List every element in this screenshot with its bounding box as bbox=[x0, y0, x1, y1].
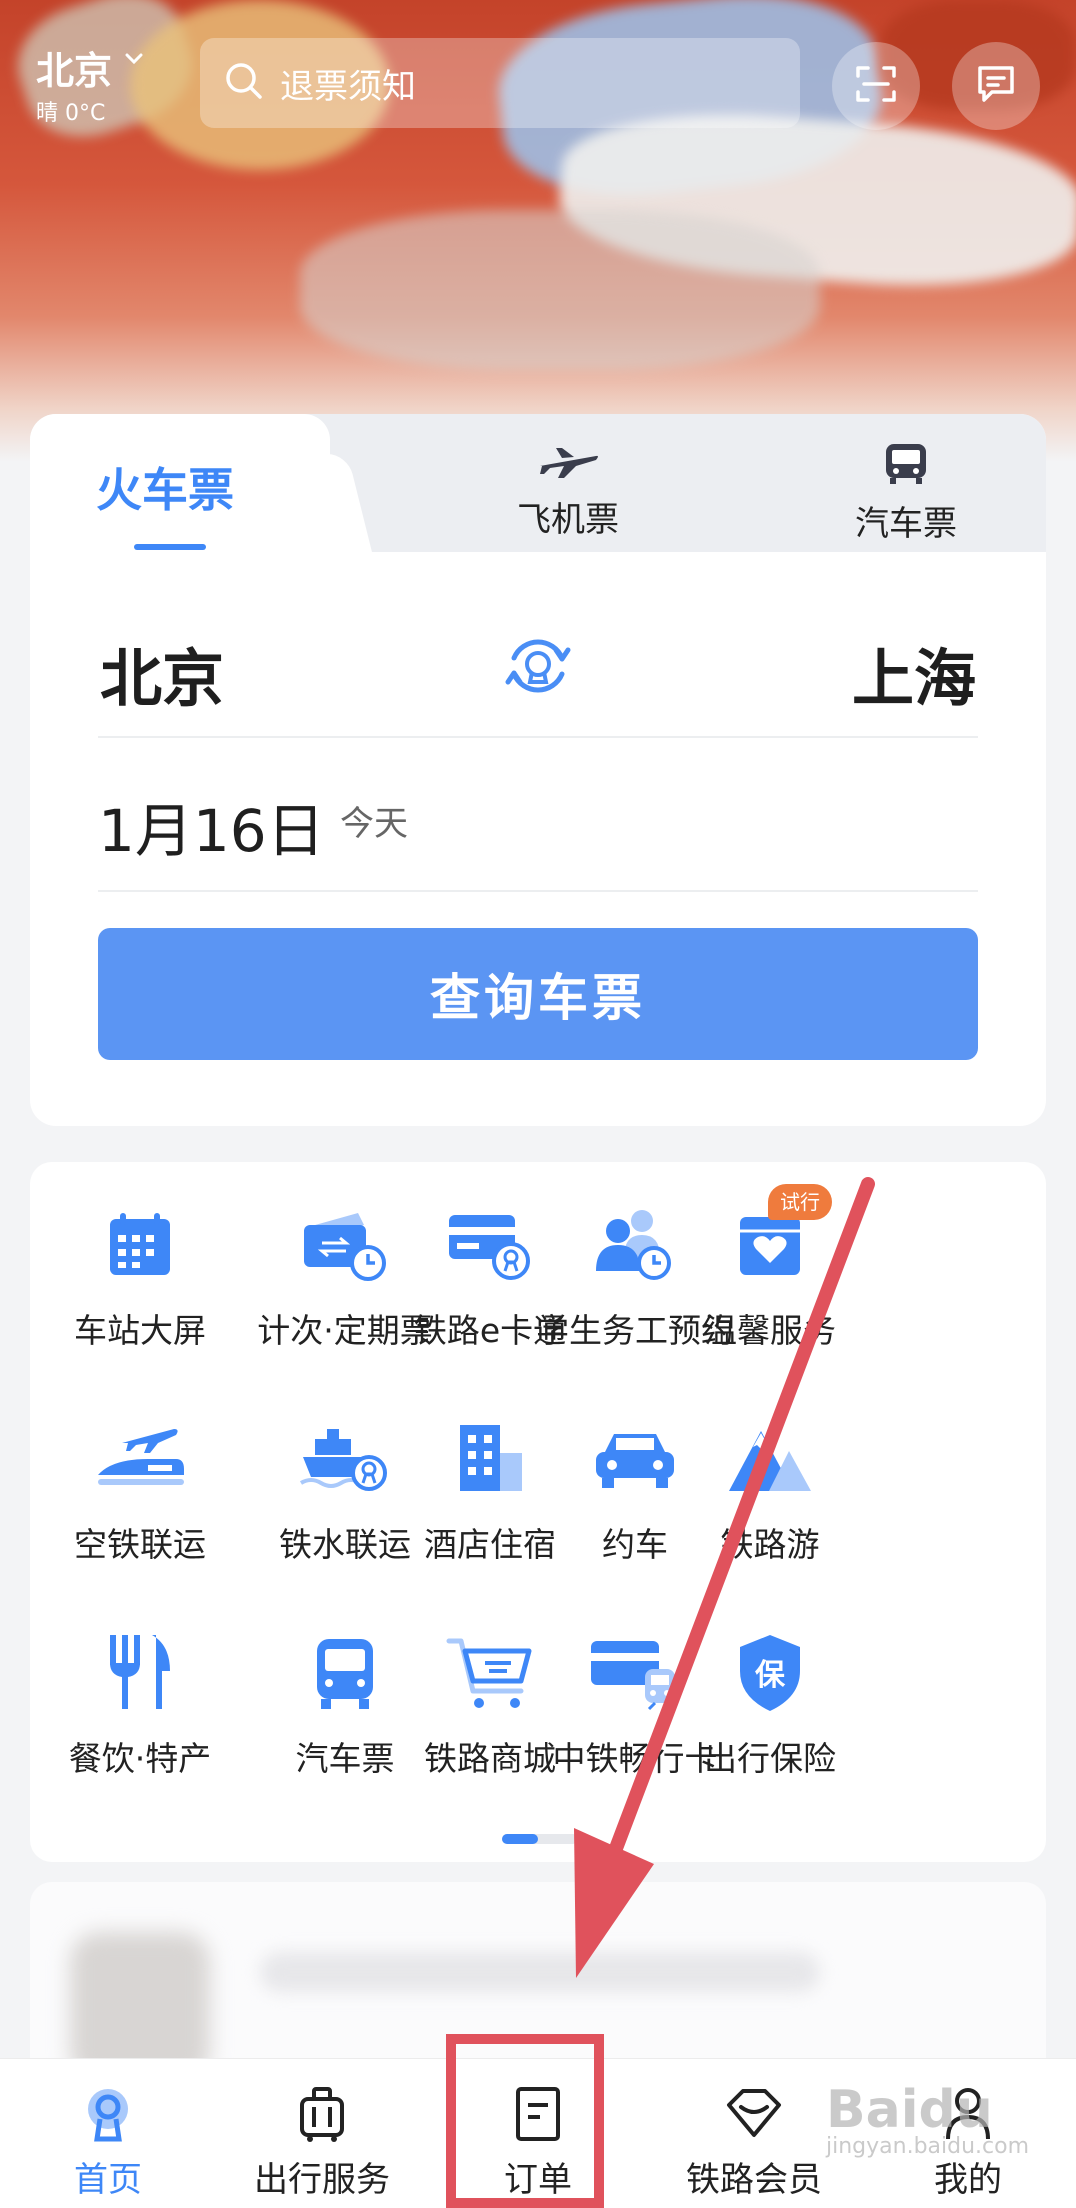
departure-station[interactable]: 北京 bbox=[100, 628, 224, 718]
nav-item[interactable]: 首页 bbox=[8, 2084, 208, 2201]
tab-flight-label: 飞机票 bbox=[517, 500, 619, 540]
diamond-icon bbox=[654, 2084, 854, 2144]
bus-icon bbox=[882, 444, 930, 490]
station-divider bbox=[98, 736, 978, 738]
service-item-label: 出行保险 bbox=[704, 1739, 836, 1778]
tab-flight[interactable]: 飞机票 bbox=[468, 442, 668, 541]
services-grid: 车站大屏 计次·定期票 铁路e卡通 学生务工预约 温馨服务 空铁联运 铁水联运 酒店住宿 约车铁… bbox=[30, 1162, 1046, 1862]
service-item-label: 餐饮·特产 bbox=[68, 1739, 212, 1778]
service-item-label: 温馨服务 bbox=[704, 1311, 836, 1350]
city-selector[interactable]: 北京 晴 0°C bbox=[36, 40, 147, 127]
insurance-shield-icon: 保 bbox=[720, 1628, 820, 1718]
message-icon bbox=[972, 60, 1020, 112]
service-item[interactable]: 车站大屏 bbox=[40, 1200, 240, 1352]
railway-card-icon bbox=[440, 1200, 540, 1290]
ticket-search-card: 火车票 飞机票 汽车票 北京 上海 1月16日 今天 查询车票 bbox=[30, 414, 1046, 1126]
service-item-label: 车站大屏 bbox=[74, 1311, 206, 1350]
watermark-sub: jingyan.baidu.com bbox=[826, 2134, 1030, 2159]
search-bar[interactable]: 退票须知 bbox=[200, 38, 800, 128]
message-button[interactable] bbox=[952, 42, 1040, 130]
annotation-highlight-box bbox=[446, 2034, 604, 2208]
swap-stations-button[interactable] bbox=[500, 628, 576, 704]
tab-train-label: 火车票 bbox=[96, 463, 234, 517]
plane-train-icon bbox=[90, 1414, 190, 1504]
trial-badge: 试行 bbox=[768, 1184, 832, 1220]
service-item-label: 铁路游 bbox=[720, 1525, 820, 1564]
city-name: 北京 bbox=[36, 49, 113, 93]
travel-date[interactable]: 1月16日 bbox=[98, 784, 325, 868]
nav-item[interactable]: 出行服务 bbox=[222, 2084, 422, 2201]
nav-item[interactable]: 铁路会员 bbox=[654, 2084, 854, 2201]
banner-blur-image bbox=[300, 210, 820, 370]
nav-item-label: 铁路会员 bbox=[686, 2160, 822, 2200]
tab-train[interactable]: 火车票 bbox=[30, 414, 330, 554]
search-icon bbox=[224, 61, 264, 105]
scan-button[interactable] bbox=[832, 42, 920, 130]
weather-text: 晴 0°C bbox=[36, 101, 106, 126]
arrival-station[interactable]: 上海 bbox=[852, 628, 976, 718]
service-item[interactable]: 温馨服务 bbox=[670, 1200, 870, 1352]
ticket-clock-icon bbox=[295, 1200, 395, 1290]
chevron-down-icon bbox=[121, 46, 147, 76]
promo-text-blur bbox=[260, 1952, 820, 1992]
query-tickets-button[interactable]: 查询车票 bbox=[98, 928, 978, 1060]
tab-bus[interactable]: 汽车票 bbox=[806, 442, 1006, 545]
mountain-icon bbox=[720, 1414, 820, 1504]
scan-icon bbox=[852, 60, 900, 112]
watermark-brand: Baidu bbox=[826, 2080, 993, 2140]
date-tag: 今天 bbox=[340, 804, 408, 844]
search-placeholder: 退票须知 bbox=[280, 66, 416, 107]
service-item-label: 空铁联运 bbox=[74, 1525, 206, 1564]
service-item[interactable]: 保出行保险 bbox=[670, 1628, 870, 1780]
tab-bus-label: 汽车票 bbox=[855, 504, 957, 544]
services-pager[interactable] bbox=[502, 1834, 578, 1844]
active-tab-indicator bbox=[134, 544, 206, 550]
shopping-cart-icon bbox=[440, 1628, 540, 1718]
baidu-watermark: Baidu jingyan.baidu.com bbox=[826, 2080, 1056, 2190]
nav-item-label: 出行服务 bbox=[254, 2160, 390, 2200]
swap-railway-icon bbox=[500, 639, 576, 708]
luggage-icon bbox=[222, 2084, 422, 2144]
pager-active-dot bbox=[502, 1834, 538, 1844]
ship-train-icon bbox=[295, 1414, 395, 1504]
fork-knife-icon bbox=[90, 1628, 190, 1718]
airplane-icon bbox=[536, 448, 600, 486]
service-item[interactable]: 餐饮·特产 bbox=[40, 1628, 240, 1780]
svg-text:保: 保 bbox=[755, 1658, 786, 1693]
service-item[interactable]: 铁路游 bbox=[670, 1414, 870, 1566]
calendar-screen-icon bbox=[90, 1200, 190, 1290]
railway-logo-icon bbox=[8, 2084, 208, 2144]
date-divider bbox=[98, 890, 978, 892]
nav-item-label: 首页 bbox=[74, 2160, 142, 2200]
bus-front-icon bbox=[295, 1628, 395, 1718]
service-item[interactable]: 空铁联运 bbox=[40, 1414, 240, 1566]
hotel-building-icon bbox=[440, 1414, 540, 1504]
